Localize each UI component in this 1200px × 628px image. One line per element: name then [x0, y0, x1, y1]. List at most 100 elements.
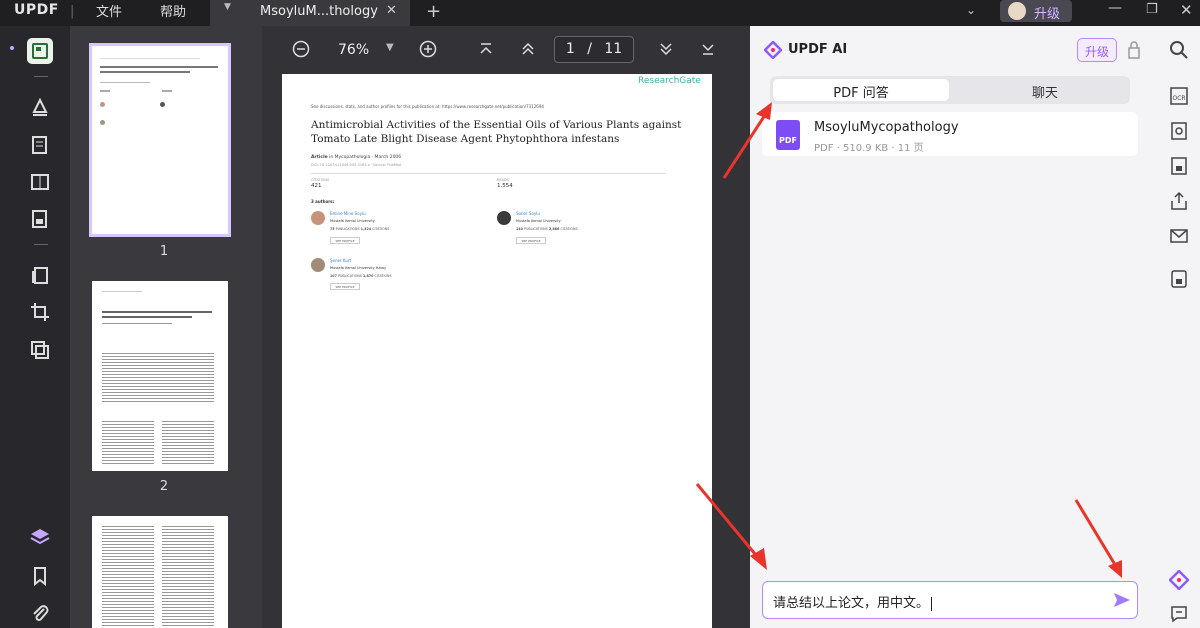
previous-page-icon[interactable] [520, 42, 536, 56]
zoom-out-icon[interactable] [292, 40, 310, 58]
organize-icon[interactable] [27, 206, 53, 232]
form-icon[interactable] [27, 169, 53, 195]
document-viewer: 76% ▼ 1 / 11 ResearchGate See discussion… [262, 26, 750, 628]
svg-text:OCR: OCR [1173, 95, 1186, 102]
researchgate-watermark: ResearchGate [638, 76, 701, 86]
next-page-icon[interactable] [658, 42, 674, 56]
app-logo: UPDF [14, 2, 59, 18]
pdf-page: ResearchGate See discussions, stats, and… [282, 74, 712, 628]
batch-icon[interactable] [27, 337, 53, 363]
title-bar: UPDF | 文件 帮助 ▼ MsoyluM...thology ✕ + ⌄ 升… [0, 0, 1200, 26]
paper-meta: Article in Mycopathologia · March 2006 [311, 155, 402, 160]
convert-icon[interactable] [1169, 121, 1189, 141]
avatar [1008, 2, 1026, 20]
author-name[interactable]: Emine Mine Soylu [330, 211, 366, 216]
reads-value: 1,554 [497, 183, 513, 189]
ai-title: UPDF AI [788, 42, 848, 57]
comment-icon[interactable] [27, 94, 53, 120]
indicator-dot [10, 46, 14, 50]
ocr-icon[interactable]: OCR [1169, 86, 1189, 106]
send-icon[interactable] [1113, 592, 1131, 608]
zoom-dropdown-icon[interactable]: ▼ [386, 42, 394, 53]
author-affiliation: Mustafa Kemal University [330, 219, 375, 223]
title-divider: | [70, 4, 75, 19]
first-page-icon[interactable] [478, 42, 494, 56]
restore-icon[interactable]: ❐ [1146, 2, 1158, 28]
journal: Mycopathologia · March 2006 [334, 155, 402, 160]
close-tab-icon[interactable]: ✕ [386, 3, 397, 18]
comments-panel-icon[interactable] [1169, 604, 1189, 624]
file-card[interactable]: PDF MsoyluMycopathology PDF · 510.9 KB ·… [762, 112, 1138, 156]
viewer-toolbar: 76% ▼ 1 / 11 [262, 26, 750, 74]
chat-input-text: 请总结以上论文，用中文。 [773, 592, 933, 611]
pdf-file-icon: PDF [776, 120, 800, 150]
tab-chat[interactable]: 聊天 [960, 79, 1130, 101]
see-profile-button[interactable]: SEE PROFILE [330, 283, 360, 290]
thumbnail-page-3[interactable] [92, 516, 228, 628]
protect-icon[interactable] [1169, 156, 1189, 176]
crop-icon[interactable] [27, 299, 53, 325]
author-affiliation: Mustafa Kemal University Hatay [330, 266, 387, 270]
attachment-icon[interactable] [27, 600, 53, 626]
account-upgrade-button[interactable]: 升级 [1000, 0, 1072, 22]
minimize-icon[interactable]: — [1108, 0, 1122, 26]
edit-icon[interactable] [27, 132, 53, 158]
updf-ai-icon[interactable] [1169, 570, 1189, 590]
file-name: MsoyluMycopathology [814, 120, 959, 135]
ai-mode-tabs: PDF 问答 聊天 [770, 76, 1130, 104]
bookmark-icon[interactable] [27, 563, 53, 589]
thumbnail-panel: 1 2 [70, 26, 262, 628]
author-avatar [311, 258, 325, 272]
updf-ai-logo-icon [764, 41, 782, 59]
reader-icon[interactable] [27, 38, 53, 64]
divider [311, 173, 666, 174]
thumbnail-number-1: 1 [159, 244, 169, 259]
menu-file[interactable]: 文件 [96, 1, 122, 20]
left-toolbar [0, 26, 70, 628]
tab-pdf-qa[interactable]: PDF 问答 [773, 79, 949, 101]
thumbnail-page-1[interactable] [89, 43, 231, 237]
pages-icon[interactable] [27, 262, 53, 288]
current-page: 1 [565, 41, 575, 57]
new-tab-icon[interactable]: + [426, 1, 441, 22]
citations-value: 421 [311, 183, 322, 189]
paper-top-note: See discussions, stats, and author profi… [311, 104, 544, 109]
menu-help[interactable]: 帮助 [160, 1, 186, 20]
save-icon[interactable] [1169, 269, 1189, 289]
tab-menu-icon[interactable]: ▼ [224, 2, 231, 12]
see-profile-button[interactable]: SEE PROFILE [330, 237, 360, 244]
tab-title: MsoyluM...thology [260, 4, 378, 19]
zoom-level[interactable]: 76% [338, 42, 369, 58]
chat-input[interactable]: 请总结以上论文，用中文。 [762, 581, 1138, 619]
thumbnail-number-2: 2 [159, 479, 169, 494]
author-avatar [497, 211, 511, 225]
see-profile-button[interactable]: SEE PROFILE [516, 237, 546, 244]
zoom-in-icon[interactable] [419, 40, 437, 58]
page-number-input[interactable]: 1 / 11 [554, 36, 634, 63]
author-stats: 75 PUBLICATIONS 1,324 CITATIONS [330, 227, 390, 231]
author-stats: 140 PUBLICATIONS 2,886 CITATIONS [516, 227, 578, 231]
reads-label: READS [497, 178, 509, 182]
author-name[interactable]: Soner Soylu [516, 211, 540, 216]
author-name[interactable]: Şener Kurt [330, 258, 351, 263]
ai-header: UPDF AI 升级 [750, 26, 1160, 74]
layers-icon[interactable] [27, 524, 53, 550]
last-page-icon[interactable] [700, 42, 716, 56]
close-window-icon[interactable]: ✕ [1180, 1, 1193, 27]
total-pages: 11 [604, 41, 623, 57]
thumbnail-page-2[interactable] [92, 281, 228, 471]
ai-panel: UPDF AI 升级 PDF 问答 聊天 PDF MsoyluMycopatho… [750, 26, 1160, 628]
share-icon[interactable] [1169, 191, 1189, 211]
authors-label: 3 authors: [311, 199, 335, 204]
ai-upgrade-button[interactable]: 升级 [1077, 38, 1117, 62]
page-separator: / [587, 41, 592, 57]
email-icon[interactable] [1169, 226, 1189, 246]
paper-title: Antimicrobial Activities of the Essentia… [311, 119, 682, 145]
file-meta: PDF · 510.9 KB · 11 页 [814, 143, 924, 154]
search-icon[interactable] [1169, 40, 1189, 60]
author-avatar [311, 211, 325, 225]
toolbar-divider [34, 244, 48, 245]
author-affiliation: Mustafa Kemal University [516, 219, 561, 223]
lock-icon[interactable] [1127, 41, 1141, 59]
document-tab[interactable]: ▼ MsoyluM...thology ✕ [210, 0, 410, 26]
